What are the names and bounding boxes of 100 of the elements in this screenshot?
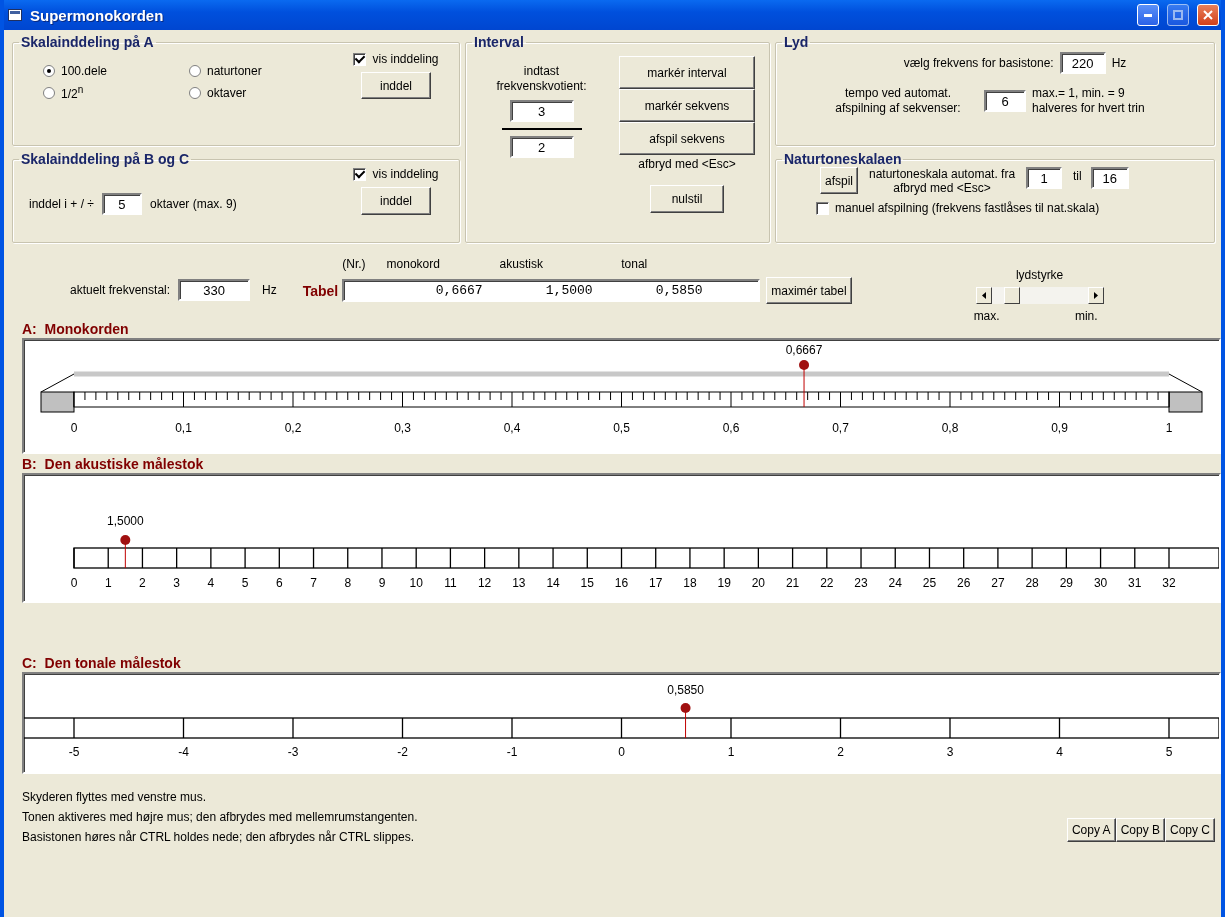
- field-label: oktaver (max. 9): [149, 197, 237, 211]
- denominator-field[interactable]: 2: [509, 136, 574, 158]
- tick-label: 23: [854, 576, 868, 590]
- note-text: max.= 1, min. = 9: [1032, 86, 1125, 101]
- radio-button[interactable]: [189, 65, 201, 77]
- tick-label: 11: [444, 576, 457, 590]
- scale-title: C: Den tonale målestok: [22, 655, 182, 672]
- tick-label: 0,6: [722, 421, 740, 435]
- action-button[interactable]: markér sekvens: [619, 89, 755, 122]
- group-title: Naturtoneskalaen: [783, 151, 903, 167]
- field-label: inddel i + / ÷: [29, 197, 94, 211]
- divide-button[interactable]: inddel: [361, 187, 431, 215]
- tick-label: 1: [1165, 421, 1173, 435]
- copy-button[interactable]: Copy B: [1115, 818, 1165, 842]
- instruction-text: Basistonen høres når CTRL holdes nede; den afbrydes når CTRL slippes.: [22, 830, 415, 844]
- field-label: tempo ved automat. afspilning af sekvenser:: [834, 86, 962, 116]
- octaves-field[interactable]: 5: [101, 193, 142, 215]
- divide-button[interactable]: inddel: [361, 72, 431, 99]
- checkbox[interactable]: vis inddeling: [353, 52, 439, 66]
- volume-slider[interactable]: [991, 287, 1088, 304]
- tick-label: 26: [957, 576, 971, 590]
- maximize-icon: [1173, 10, 1183, 20]
- tick-label: 4: [207, 576, 215, 590]
- tick-label: 0,5: [613, 421, 630, 435]
- maximize-table-button[interactable]: maximér tabel: [766, 277, 852, 304]
- radio-button[interactable]: [43, 65, 55, 77]
- tick-label: 5: [241, 576, 249, 590]
- tick-label: 12: [477, 576, 492, 590]
- tick-label: 29: [1059, 576, 1073, 590]
- tick-label: 6: [275, 576, 283, 590]
- copy-button[interactable]: Copy C: [1165, 818, 1215, 842]
- play-button[interactable]: afspil: [820, 167, 858, 194]
- option-label: naturtoner: [207, 64, 262, 78]
- minimize-icon: [1144, 13, 1152, 17]
- radio-button[interactable]: [189, 86, 201, 99]
- minimize-button[interactable]: [1137, 4, 1159, 26]
- field-label: aktuelt frekvenstal:: [70, 283, 171, 297]
- tick-label: 0,7: [832, 421, 849, 435]
- numerator-field[interactable]: 3: [509, 100, 574, 122]
- tick-label: 7: [310, 576, 317, 590]
- scale-end-label: max.: [973, 309, 1000, 323]
- maximize-button[interactable]: [1167, 4, 1189, 26]
- group-title: Lyd: [783, 34, 810, 50]
- action-button[interactable]: afspil sekvens: [619, 122, 755, 155]
- marker-label: 1,5000: [107, 514, 144, 528]
- scale-title: B: Den akustiske målestok: [22, 456, 205, 473]
- tick-label: 4: [1056, 745, 1063, 759]
- tick-label: 5: [1165, 745, 1173, 759]
- tempo-field[interactable]: 6: [984, 90, 1026, 112]
- checkbox[interactable]: manuel afspilning (frekvens fastlåses til nat.skala): [784, 201, 1206, 215]
- tick-label: 0,3: [394, 421, 411, 435]
- left-arrow-button[interactable]: [975, 287, 992, 304]
- from-field[interactable]: 1: [1026, 167, 1062, 189]
- frequency-field[interactable]: 220: [1059, 52, 1106, 74]
- tick-label: 1: [727, 745, 735, 759]
- left-arrow-icon: [981, 292, 986, 299]
- tick-label: 30: [1093, 576, 1108, 590]
- right-arrow-icon: [1093, 292, 1098, 299]
- to-field[interactable]: 16: [1090, 167, 1129, 189]
- marker-label: 0,6667: [785, 343, 823, 357]
- group-title: Interval: [473, 34, 525, 50]
- slider-marker[interactable]: [680, 703, 691, 739]
- slider-thumb[interactable]: [1003, 287, 1020, 304]
- table-field[interactable]: 0,6667 1,5000 0,5850: [342, 279, 761, 302]
- unit-label: Hz: [1111, 56, 1127, 70]
- scale-end-label: min.: [1074, 309, 1098, 323]
- checkbox[interactable]: vis inddeling: [353, 167, 439, 181]
- unit-label: Hz: [262, 283, 277, 297]
- instruction-text: Skyderen flyttes med venstre mus.: [22, 790, 208, 804]
- tick-label: -5: [68, 745, 80, 759]
- table-value: 0,5850: [654, 283, 704, 298]
- tick-label: 27: [991, 576, 1005, 590]
- tick-label: 13: [512, 576, 526, 590]
- frequency-field[interactable]: 330: [178, 279, 251, 301]
- table-value: 0,6667: [434, 283, 484, 298]
- tick-label: 0,1: [175, 421, 192, 435]
- tick-label: 0: [618, 745, 625, 759]
- close-button[interactable]: [1197, 4, 1219, 26]
- tick-label: 25: [922, 576, 937, 590]
- tick-label: 3: [173, 576, 180, 590]
- radio-button[interactable]: [43, 86, 55, 99]
- marker-label: 0,5850: [667, 683, 704, 697]
- tick-label: 0: [70, 421, 78, 435]
- instruction-text: Tonen aktiveres med højre mus; den afbrydes med mellemrumstangenten.: [22, 810, 418, 824]
- slider-marker[interactable]: [799, 360, 810, 408]
- slider-marker[interactable]: [120, 535, 131, 569]
- reset-button[interactable]: nulstil: [650, 185, 724, 213]
- window-icon: [8, 9, 22, 21]
- copy-button[interactable]: Copy A: [1066, 818, 1116, 842]
- tick-label: 2: [139, 576, 146, 590]
- tick-label: 0,8: [941, 421, 959, 435]
- tick-label: 21: [785, 576, 800, 590]
- tick-label: 10: [409, 576, 423, 590]
- tick-label: 18: [683, 576, 697, 590]
- action-button[interactable]: markér interval: [619, 56, 755, 89]
- column-header: (Nr.): [342, 257, 363, 271]
- option-label: 1/2$^{n}$: [61, 84, 84, 101]
- tick-label: -3: [287, 745, 299, 759]
- group-title: Skalainddeling på B og C: [20, 151, 191, 167]
- window-title: Supermonokorden: [30, 6, 165, 24]
